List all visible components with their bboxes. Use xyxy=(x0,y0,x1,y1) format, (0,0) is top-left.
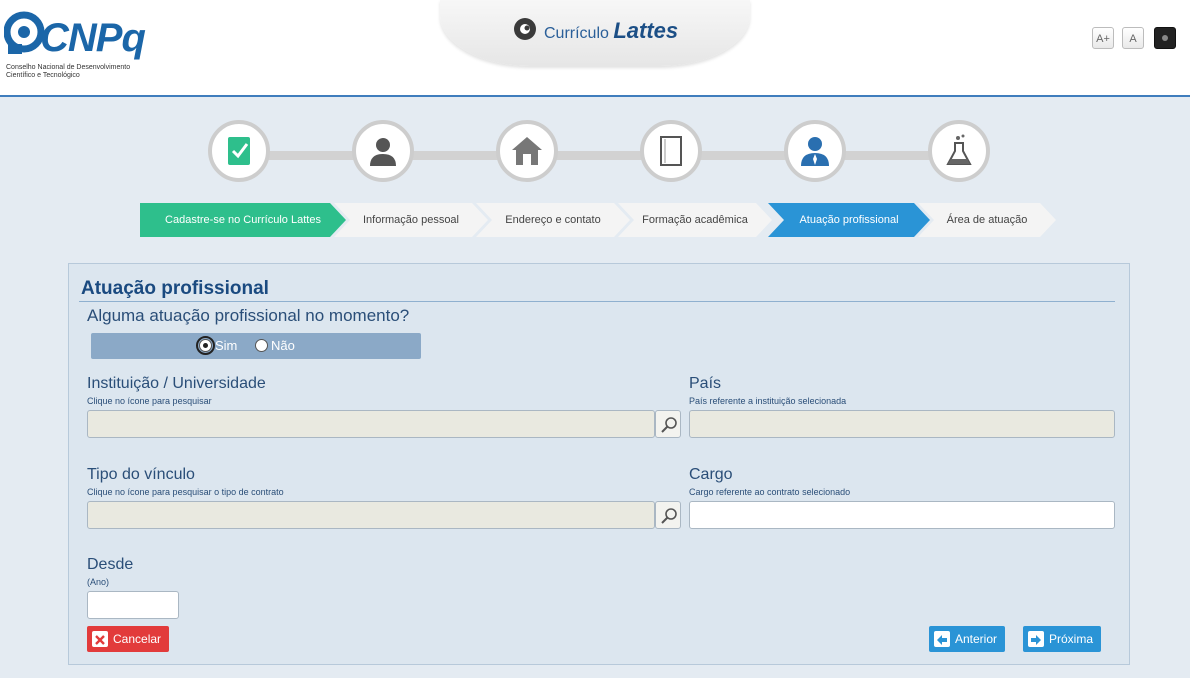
progress-circle-atuacao[interactable] xyxy=(784,120,846,182)
radio-sim-label: Sim xyxy=(215,338,238,353)
progress-circle-formacao[interactable] xyxy=(640,120,702,182)
app-title-prefix: Currículo xyxy=(544,25,609,42)
country-hint: País referente a instituição selecionada xyxy=(689,396,847,406)
progress-connector xyxy=(556,151,648,160)
form-panel: Atuação profissional Alguma atuação prof… xyxy=(68,263,1130,665)
radio-nao[interactable]: Não xyxy=(255,338,295,353)
cnpq-logo[interactable]: CNPq Conselho Nacional de Desenvolviment… xyxy=(4,8,154,88)
previous-button[interactable]: Anterior xyxy=(929,626,1006,652)
app-title: Currículo Lattes xyxy=(544,18,678,44)
wizard-steps: Cadastre-se no Currículo Lattes Informaç… xyxy=(140,203,1060,237)
progress-circle-area[interactable] xyxy=(928,120,990,182)
step-atuacao-profissional[interactable]: Atuação profissional xyxy=(768,203,930,237)
progress-circle-endereco[interactable] xyxy=(496,120,558,182)
institution-search-button[interactable] xyxy=(655,410,681,438)
arrow-right-icon xyxy=(1028,631,1044,647)
bond-type-hint: Clique no ícone para pesquisar o tipo de… xyxy=(87,487,284,497)
logo-subtitle: Conselho Nacional de Desenvolvimento Cie… xyxy=(6,64,156,80)
bond-type-search-button[interactable] xyxy=(655,501,681,529)
radio-nao-label: Não xyxy=(271,338,295,353)
lattes-tab[interactable]: Currículo Lattes xyxy=(440,0,750,66)
progress-circle-pessoal[interactable] xyxy=(352,120,414,182)
document-icon xyxy=(660,136,682,166)
previous-button-label: Anterior xyxy=(955,632,998,646)
professional-icon xyxy=(801,137,829,166)
country-label: País xyxy=(689,375,722,392)
search-icon xyxy=(661,417,677,433)
radio-group: Sim Não xyxy=(91,333,421,359)
section-title: Atuação profissional xyxy=(81,278,269,299)
radio-nao-dot[interactable] xyxy=(255,339,268,352)
header: CNPq Conselho Nacional de Desenvolviment… xyxy=(0,0,1190,97)
since-year-input[interactable] xyxy=(87,591,179,619)
step-formacao-academica[interactable]: Formação acadêmica xyxy=(618,203,772,237)
position-label: Cargo xyxy=(689,466,733,483)
step-cadastro[interactable]: Cadastre-se no Currículo Lattes xyxy=(140,203,346,237)
question-label: Alguma atuação profissional no momento? xyxy=(87,306,410,325)
institution-label: Instituição / Universidade xyxy=(87,375,266,392)
since-hint: (Ano) xyxy=(87,577,110,587)
flask-icon xyxy=(946,134,972,165)
app-title-main: Lattes xyxy=(613,18,679,43)
position-input[interactable] xyxy=(689,501,1115,529)
institution-hint: Clique no ícone para pesquisar xyxy=(87,396,212,406)
radio-sim[interactable]: Sim xyxy=(196,336,238,355)
close-icon xyxy=(92,631,108,647)
progress-connector xyxy=(412,151,504,160)
search-icon xyxy=(661,508,677,524)
progress-circle-cadastro[interactable] xyxy=(208,120,270,182)
progress-icons xyxy=(0,120,1190,190)
font-increase-button[interactable]: A+ xyxy=(1092,27,1114,49)
logo-subtitle-line2: Científico e Tecnológico xyxy=(6,72,80,79)
next-button-label: Próxima xyxy=(1049,632,1094,646)
cancel-button[interactable]: Cancelar xyxy=(87,626,170,652)
step-endereco-contato[interactable]: Endereço e contato xyxy=(476,203,630,237)
bond-type-label: Tipo do vínculo xyxy=(87,466,195,483)
progress-connector xyxy=(700,151,792,160)
radio-sim-dot[interactable] xyxy=(196,336,215,355)
position-hint: Cargo referente ao contrato selecionado xyxy=(689,487,851,497)
arrow-left-icon xyxy=(934,631,950,647)
progress-connector xyxy=(844,151,936,160)
step-area-atuacao[interactable]: Área de atuação xyxy=(918,203,1056,237)
checklist-icon xyxy=(228,137,250,165)
bond-type-input[interactable] xyxy=(87,501,655,529)
title-divider xyxy=(79,301,1115,302)
font-normal-button[interactable]: A xyxy=(1122,27,1144,49)
step-informacao-pessoal[interactable]: Informação pessoal xyxy=(334,203,488,237)
institution-input[interactable] xyxy=(87,410,655,438)
logo-text: CNPq xyxy=(40,16,146,60)
contrast-icon xyxy=(1162,35,1168,41)
person-icon xyxy=(370,138,396,166)
progress-connector xyxy=(268,151,360,160)
country-input[interactable] xyxy=(689,410,1115,438)
house-icon xyxy=(512,137,542,165)
since-label: Desde xyxy=(87,556,134,573)
contrast-button[interactable] xyxy=(1154,27,1176,49)
next-button[interactable]: Próxima xyxy=(1023,626,1102,652)
cancel-button-label: Cancelar xyxy=(113,632,162,646)
lattes-logo-icon xyxy=(514,18,536,40)
logo-subtitle-line1: Conselho Nacional de Desenvolvimento xyxy=(6,64,131,71)
